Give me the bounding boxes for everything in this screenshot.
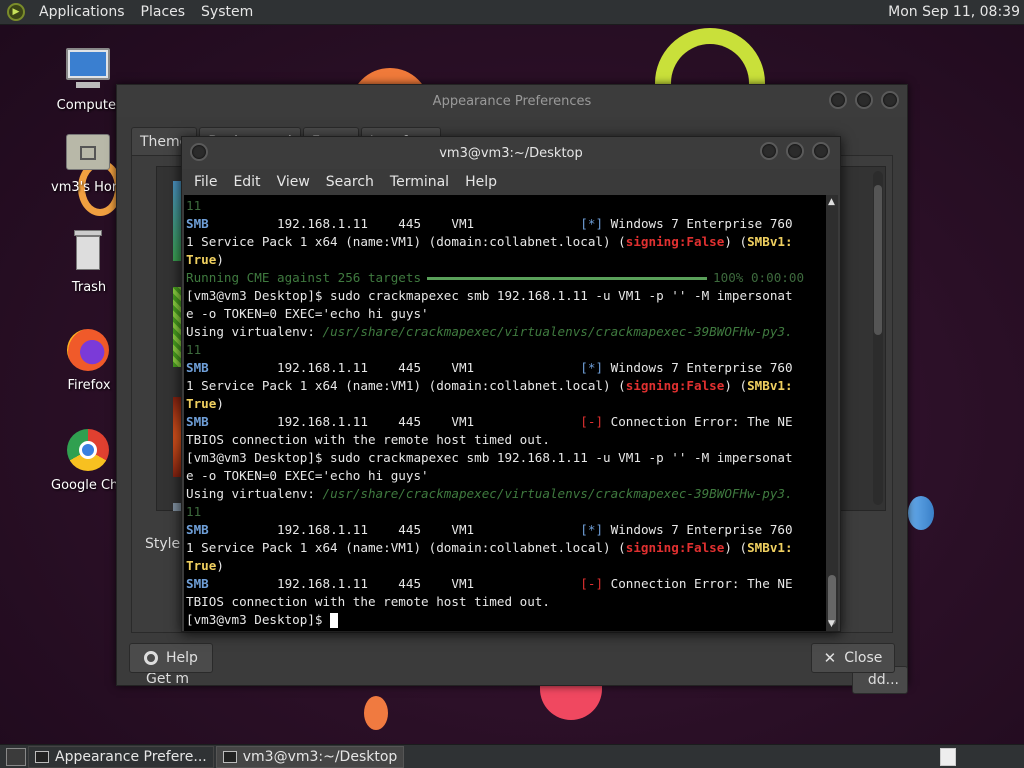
appearance-window-icon — [35, 750, 49, 763]
get-more-themes-label: Get m — [146, 671, 190, 687]
terminal-window[interactable]: vm3@vm3:~/Desktop File Edit View Search … — [181, 136, 841, 632]
terminal-line: e -o TOKEN=0 EXEC='echo hi guys' — [186, 306, 429, 321]
task-label: Appearance Prefere... — [55, 748, 207, 765]
menu-help[interactable]: Help — [457, 174, 505, 190]
close-window-button[interactable] — [881, 91, 899, 109]
maximize-button[interactable] — [855, 91, 873, 109]
help-icon — [144, 651, 159, 665]
maximize-button[interactable] — [786, 142, 804, 160]
firefox-icon — [64, 326, 112, 374]
minimize-button[interactable] — [760, 142, 778, 160]
wallpaper-blob-blue — [908, 496, 934, 530]
terminal-scrollbar[interactable]: ▲ ▼ — [826, 195, 838, 631]
terminal-window-icon — [222, 750, 237, 763]
task-terminal[interactable]: vm3@vm3:~/Desktop — [215, 745, 405, 768]
terminal-line: 1 Service Pack 1 x64 (name:VM1) (domain:… — [186, 540, 793, 555]
help-button-label: Help — [166, 650, 198, 666]
terminal-line: 11 — [186, 504, 202, 519]
terminal-line: 11 — [186, 342, 202, 357]
home-folder-icon — [64, 128, 112, 176]
terminal-line: Using virtualenv: /usr/share/crackmapexe… — [186, 324, 793, 339]
task-appearance-preferences[interactable]: Appearance Prefere... — [28, 745, 214, 768]
terminal-line: TBIOS connection with the remote host ti… — [186, 594, 550, 609]
help-button[interactable]: Help — [129, 643, 213, 673]
menu-places[interactable]: Places — [133, 4, 194, 20]
menu-terminal[interactable]: Terminal — [382, 174, 457, 190]
clock[interactable]: Mon Sep 11, 08:39 — [888, 4, 1020, 20]
terminal-line: SMB 192.168.1.11 445 VM1 [*] Windows 7 E… — [186, 216, 793, 231]
appearance-titlebar[interactable]: Appearance Preferences — [117, 85, 907, 117]
terminal-line: True) — [186, 252, 224, 267]
theme-list-scrollbar[interactable] — [873, 171, 883, 505]
terminal-prompt-line[interactable]: [vm3@vm3 Desktop]$ — [186, 611, 828, 629]
close-button-label: Close — [844, 650, 883, 666]
computer-icon — [64, 46, 112, 94]
terminal-output[interactable]: 11 SMB 192.168.1.11 445 VM1 [*] Windows 7… — [184, 195, 828, 631]
window-menu-button[interactable] — [190, 143, 208, 161]
workspace-switcher[interactable] — [940, 748, 956, 766]
terminal-title: vm3@vm3:~/Desktop — [439, 145, 583, 161]
terminal-line: e -o TOKEN=0 EXEC='echo hi guys' — [186, 468, 429, 483]
menu-system[interactable]: System — [193, 4, 261, 20]
terminal-line: TBIOS connection with the remote host ti… — [186, 432, 550, 447]
terminal-line: SMB 192.168.1.11 445 VM1 [*] Windows 7 E… — [186, 360, 793, 375]
distro-logo-icon[interactable]: ▶ — [7, 3, 25, 21]
show-desktop-button[interactable] — [6, 747, 26, 766]
top-panel: ▶ Applications Places System Mon Sep 11,… — [0, 0, 1024, 25]
terminal-titlebar[interactable]: vm3@vm3:~/Desktop — [182, 137, 840, 169]
scroll-down-icon[interactable]: ▼ — [828, 619, 835, 629]
terminal-line: SMB 192.168.1.11 445 VM1 [-] Connection … — [186, 414, 793, 429]
terminal-line: 1 Service Pack 1 x64 (name:VM1) (domain:… — [186, 234, 793, 249]
terminal-line: [vm3@vm3 Desktop]$ sudo crackmapexec smb… — [186, 288, 793, 303]
terminal-menubar: File Edit View Search Terminal Help — [182, 169, 840, 195]
terminal-line: True) — [186, 558, 224, 573]
task-label: vm3@vm3:~/Desktop — [242, 748, 398, 765]
progress-bar — [427, 277, 708, 280]
terminal-line: SMB 192.168.1.11 445 VM1 [-] Connection … — [186, 576, 793, 591]
scroll-up-icon[interactable]: ▲ — [828, 197, 835, 207]
terminal-cursor — [330, 613, 339, 628]
close-icon: ✕ — [823, 649, 837, 667]
style-label: Style: — [145, 536, 185, 552]
wallpaper-blob-orange-small — [364, 696, 388, 730]
menu-edit[interactable]: Edit — [225, 174, 268, 190]
terminal-line: 11 — [186, 198, 202, 213]
scrollbar-thumb[interactable] — [828, 575, 836, 625]
window-title: Appearance Preferences — [432, 93, 592, 109]
menu-applications[interactable]: Applications — [31, 4, 133, 20]
close-button[interactable]: ✕ Close — [811, 643, 895, 673]
close-window-button[interactable] — [812, 142, 830, 160]
terminal-line: True) — [186, 396, 224, 411]
menu-search[interactable]: Search — [318, 174, 382, 190]
terminal-line: SMB 192.168.1.11 445 VM1 [*] Windows 7 E… — [186, 522, 793, 537]
terminal-line: 1 Service Pack 1 x64 (name:VM1) (domain:… — [186, 378, 793, 393]
terminal-line: Running CME against 256 targets 100% 0:00… — [186, 270, 805, 285]
menu-view[interactable]: View — [269, 174, 318, 190]
bottom-panel: Appearance Prefere... vm3@vm3:~/Desktop — [0, 744, 1024, 768]
chrome-icon — [64, 426, 112, 474]
trash-icon — [64, 228, 112, 276]
minimize-button[interactable] — [829, 91, 847, 109]
terminal-line: [vm3@vm3 Desktop]$ sudo crackmapexec smb… — [186, 450, 793, 465]
menu-file[interactable]: File — [186, 174, 225, 190]
terminal-line: Using virtualenv: /usr/share/crackmapexe… — [186, 486, 793, 501]
